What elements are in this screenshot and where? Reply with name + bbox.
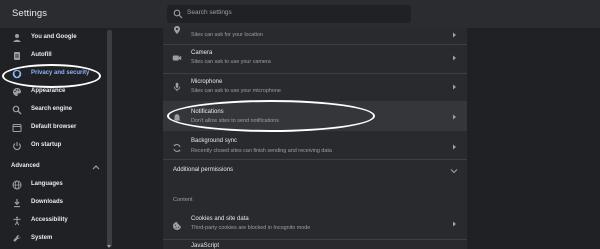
sidebar-item-on-startup[interactable]: On startup <box>0 137 106 155</box>
javascript-setting-row[interactable]: JavaScript <box>163 240 467 249</box>
sidebar-item-default-browser[interactable]: Default browser <box>0 119 106 137</box>
app-title: Settings <box>12 8 48 19</box>
row-subtitle: Sites can ask to use your camera <box>191 59 271 65</box>
sidebar-item-label: Appearance <box>31 88 66 94</box>
globe-icon <box>12 180 22 190</box>
scrollbar-thumb[interactable] <box>107 30 112 247</box>
row-title: Microphone <box>191 79 223 85</box>
location-icon <box>174 26 180 34</box>
chevron-down-icon <box>450 169 458 174</box>
browser-icon <box>12 124 22 132</box>
search-input[interactable]: Search settings <box>167 5 411 23</box>
sidebar: You and Google Autofill Privacy and secu… <box>0 28 113 249</box>
chevron-right-icon <box>453 55 456 61</box>
sidebar-item-label: On startup <box>31 142 62 148</box>
chevron-right-icon <box>453 32 456 38</box>
location-setting-row[interactable]: Sites can ask for your location <box>163 26 467 42</box>
palette-icon <box>13 88 21 96</box>
sidebar-item-autofill[interactable]: Autofill <box>0 47 106 65</box>
additional-permissions-row[interactable]: Additional permissions <box>163 160 467 182</box>
microphone-icon <box>173 82 181 92</box>
advanced-toggle[interactable]: Advanced <box>11 163 40 169</box>
sidebar-item-label: Autofill <box>31 52 52 58</box>
row-subtitle: Sites can ask for your location <box>191 32 263 38</box>
row-title: Cookies and site data <box>191 216 249 222</box>
site-settings-panel: Sites can ask for your location Camera S… <box>163 26 467 249</box>
row-subtitle: Third-party cookies are blocked in Incog… <box>191 225 311 231</box>
annotation-circle-privacy <box>2 64 101 88</box>
wrench-icon <box>13 235 21 242</box>
camera-setting-row[interactable]: Camera Sites can ask to use your camera <box>163 45 467 71</box>
camera-icon <box>172 55 182 61</box>
power-icon <box>13 142 21 150</box>
sidebar-item-you-and-google[interactable]: You and Google <box>0 29 106 47</box>
chevron-up-icon[interactable] <box>92 164 100 170</box>
cookies-setting-row[interactable]: Cookies and site data Third-party cookie… <box>163 210 467 238</box>
sidebar-item-label: Search engine <box>31 106 73 112</box>
background-sync-setting-row[interactable]: Background sync Recently closed sites ca… <box>163 132 467 160</box>
sync-icon <box>173 144 181 152</box>
row-subtitle: Recently closed sites can finish sending… <box>191 148 332 154</box>
annotation-circle-notifications <box>167 100 375 132</box>
sidebar-item-label: You and Google <box>31 34 77 40</box>
download-icon <box>14 199 20 208</box>
chevron-right-icon <box>453 84 456 90</box>
content-section-heading: Content <box>173 197 193 203</box>
sidebar-item-search-engine[interactable]: Search engine <box>0 101 106 119</box>
row-subtitle: Sites can ask to use your microphone <box>191 88 281 94</box>
clipboard-icon <box>14 52 20 60</box>
row-title: Background sync <box>191 138 238 144</box>
sidebar-scrollbar[interactable] <box>106 28 113 249</box>
chevron-right-icon <box>453 114 456 120</box>
top-bar: Settings Search settings <box>0 0 600 28</box>
sidebar-item-label: Downloads <box>31 199 64 205</box>
person-icon <box>13 34 21 42</box>
additional-permissions-label: Additional permissions <box>173 167 234 173</box>
sidebar-item-label: Default browser <box>31 124 77 130</box>
search-icon <box>173 9 183 19</box>
row-title: Camera <box>191 50 213 56</box>
sidebar-item-languages[interactable]: Languages <box>0 176 106 194</box>
row-title: JavaScript <box>191 243 220 249</box>
cookie-icon <box>173 222 181 230</box>
search-placeholder: Search settings <box>187 9 232 16</box>
sidebar-item-label: Languages <box>31 181 63 187</box>
chevron-right-icon <box>453 221 456 227</box>
search-icon <box>12 105 22 115</box>
chevron-right-icon <box>453 144 456 150</box>
sidebar-item-label: System <box>31 235 53 241</box>
sidebar-item-system[interactable]: System <box>0 230 106 248</box>
sidebar-item-accessibility[interactable]: Accessibility <box>0 212 106 230</box>
sidebar-item-label: Accessibility <box>31 217 68 223</box>
sidebar-item-downloads[interactable]: Downloads <box>0 194 106 212</box>
accessibility-icon <box>13 216 21 226</box>
scroll-down-arrow-icon[interactable] <box>107 245 111 248</box>
microphone-setting-row[interactable]: Microphone Sites can ask to use your mic… <box>163 74 467 100</box>
